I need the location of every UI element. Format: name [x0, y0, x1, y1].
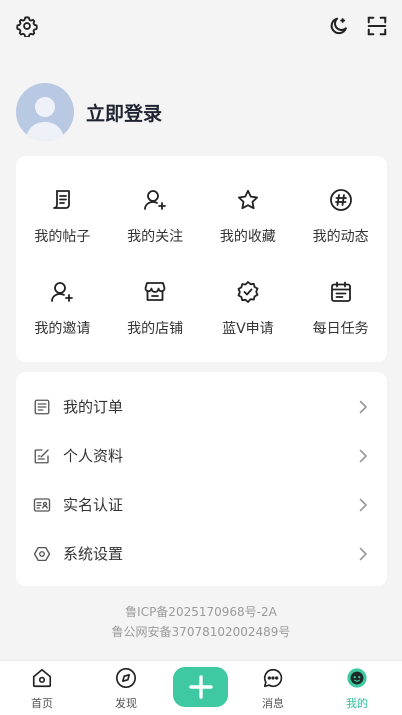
- calendar-task-icon: [327, 278, 355, 306]
- user-avatar-placeholder-icon: [26, 97, 64, 141]
- menu-item-label: 实名认证: [63, 496, 124, 514]
- grid-item-label: 我的收藏: [219, 229, 276, 245]
- tab-label: 我的: [346, 697, 368, 710]
- menu-item-label: 我的订单: [63, 398, 124, 416]
- home-icon: [30, 666, 54, 690]
- plus-icon: [188, 675, 213, 699]
- grid-item-daily-tasks[interactable]: 每日任务: [294, 278, 387, 348]
- chevron-right-icon: [357, 448, 369, 464]
- tab-mine[interactable]: 我的: [327, 666, 387, 711]
- tab-label: 发现: [115, 697, 137, 710]
- grid-item-my-invites[interactable]: 我的邀请: [16, 278, 109, 348]
- scan-icon[interactable]: [365, 14, 389, 38]
- grid-item-label: 我的关注: [127, 229, 184, 245]
- grid-item-my-activity[interactable]: 我的动态: [294, 186, 387, 256]
- shop-icon: [141, 278, 169, 306]
- grid-item-label: 我的店铺: [127, 321, 184, 337]
- tab-messages[interactable]: 消息: [243, 666, 303, 711]
- user-follow-icon: [141, 186, 169, 214]
- chevron-right-icon: [357, 399, 369, 415]
- menu-item-my-orders[interactable]: 我的订单: [16, 382, 387, 431]
- menu-item-label: 系统设置: [63, 545, 124, 563]
- menu-item-real-name-auth[interactable]: 实名认证: [16, 480, 387, 529]
- tab-label: 首页: [31, 697, 53, 710]
- menu-item-label: 个人资料: [63, 447, 124, 465]
- menu-item-profile[interactable]: 个人资料: [16, 431, 387, 480]
- chevron-right-icon: [357, 497, 369, 513]
- hashtag-icon: [327, 186, 355, 214]
- star-icon: [234, 186, 262, 214]
- profile-header[interactable]: 立即登录: [16, 82, 386, 142]
- top-bar: [0, 0, 402, 56]
- chevron-right-icon: [357, 546, 369, 562]
- grid-item-label: 我的邀请: [34, 321, 91, 337]
- tab-label: 消息: [262, 697, 284, 710]
- avatar[interactable]: [16, 83, 74, 141]
- menu-list-card: 我的订单 个人资料 实名认证 系统设置: [16, 372, 387, 586]
- grid-item-label: 我的动态: [312, 229, 369, 245]
- profile-face-icon: [345, 666, 369, 690]
- tab-home[interactable]: 首页: [12, 666, 72, 711]
- user-invite-icon: [48, 278, 76, 306]
- grid-item-label: 我的帖子: [34, 229, 91, 245]
- grid-item-label: 每日任务: [312, 321, 369, 337]
- verified-badge-icon: [234, 278, 262, 306]
- tab-discover[interactable]: 发现: [96, 666, 156, 711]
- shortcut-grid-card: 我的帖子 我的关注 我的收藏 我的动态 我的邀请 我的店铺 蓝V申请 每日任务: [16, 156, 387, 362]
- chat-icon: [261, 666, 285, 690]
- grid-item-my-shop[interactable]: 我的店铺: [109, 278, 202, 348]
- post-icon: [48, 186, 76, 214]
- grid-item-my-favorites[interactable]: 我的收藏: [202, 186, 295, 256]
- icp-record-link[interactable]: 鲁ICP备2025170968号-2A: [0, 603, 402, 620]
- create-post-button[interactable]: [173, 667, 228, 707]
- hexagon-settings-icon: [32, 544, 52, 564]
- police-record-link[interactable]: 鲁公网安备37078102002489号: [0, 623, 402, 640]
- order-icon: [32, 397, 52, 417]
- edit-profile-icon: [32, 446, 52, 466]
- menu-item-system-settings[interactable]: 系统设置: [16, 529, 387, 578]
- grid-item-blue-v-apply[interactable]: 蓝V申请: [202, 278, 295, 348]
- compass-icon: [114, 666, 138, 690]
- gear-icon[interactable]: [15, 14, 39, 38]
- login-link[interactable]: 立即登录: [86, 99, 162, 126]
- grid-item-label: 蓝V申请: [222, 321, 274, 337]
- grid-item-my-posts[interactable]: 我的帖子: [16, 186, 109, 256]
- id-card-icon: [32, 495, 52, 515]
- moon-icon[interactable]: [327, 14, 351, 38]
- grid-item-my-follows[interactable]: 我的关注: [109, 186, 202, 256]
